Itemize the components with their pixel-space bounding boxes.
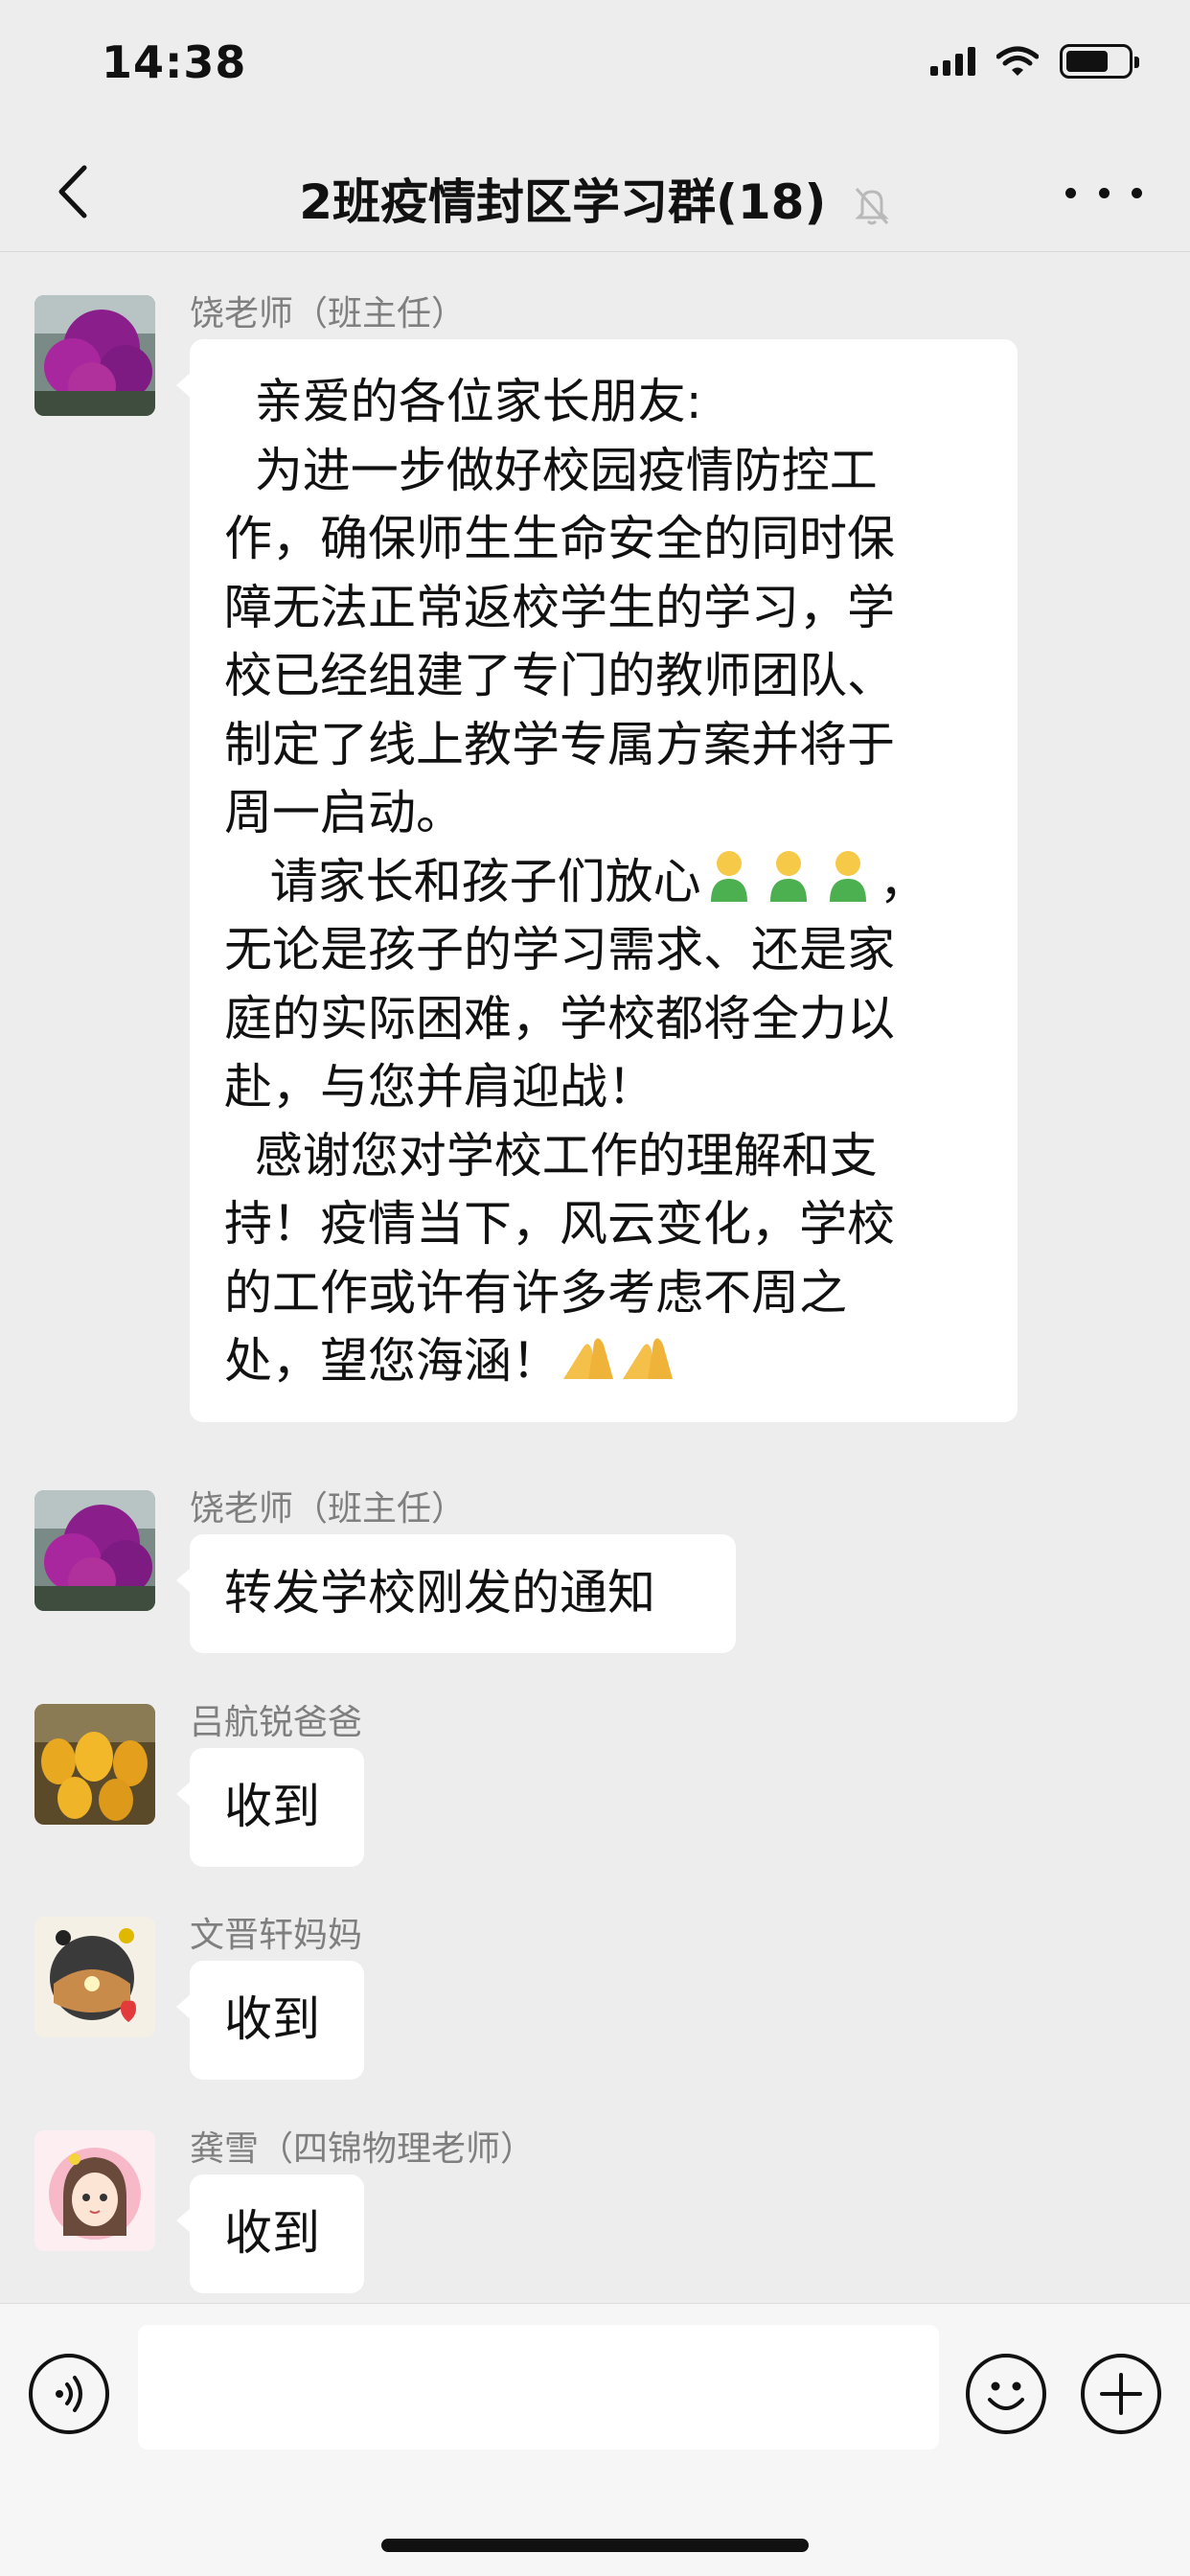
message-line-text: 处，望您海涵！ xyxy=(224,1333,560,1389)
avatar-tulips-image xyxy=(34,1704,155,1825)
message-line: 持！疫情当下，风云变化，学校 xyxy=(224,1196,895,1252)
message-line: 为进一步做好校园疫情防控工 xyxy=(224,442,878,498)
message-line: 制定了线上教学专属方案并将于 xyxy=(224,716,895,772)
input-bar xyxy=(0,2303,1190,2576)
emoji-icon xyxy=(988,2381,1024,2410)
message-bubble[interactable]: 收到 xyxy=(176,1961,364,2080)
chat-title: 2班疫情封区学习群(18) xyxy=(0,164,1190,233)
message-item: 吕航锐爸爸 收到 xyxy=(0,1703,1190,1867)
bell-slash-icon xyxy=(855,187,889,224)
status-time: 14:38 xyxy=(102,36,247,88)
emoji-button[interactable] xyxy=(966,2354,1046,2434)
message-bubble[interactable]: 转发学校刚发的通知 xyxy=(176,1534,736,1653)
message-line: 校已经组建了专门的教师团队、 xyxy=(224,648,895,703)
avatar-sunset-heart-image xyxy=(34,1917,155,2037)
nav-bar: 2班疫情封区学习群(18) xyxy=(0,129,1190,252)
avatar-bougainvillea-image xyxy=(34,1490,155,1611)
status-icons xyxy=(930,44,1139,79)
avatar[interactable] xyxy=(34,295,155,416)
standing-man-emoji-icon xyxy=(769,850,807,902)
avatar[interactable] xyxy=(34,1490,155,1611)
plus-button[interactable] xyxy=(1081,2354,1161,2434)
plus-icon xyxy=(1100,2373,1142,2415)
chat-messages[interactable]: 饶老师（班主任） 亲爱的各位家长朋友: 为进一步做好校园疫情防控工 作，确保师生… xyxy=(0,252,1190,2303)
message-line-text: ， xyxy=(879,853,927,909)
message-item: 文晋轩妈妈 收到 xyxy=(0,1916,1190,2080)
sender-name: 文晋轩妈妈 xyxy=(190,1916,363,1955)
message-line: 作，确保师生生命安全的同时保 xyxy=(224,511,895,566)
more-dot xyxy=(1132,187,1142,198)
cellular-signal-icon xyxy=(930,47,975,76)
message-line: 亲爱的各位家长朋友: xyxy=(224,374,702,429)
sender-name: 饶老师（班主任） xyxy=(190,1489,467,1529)
wifi-icon xyxy=(996,46,1039,76)
voice-button[interactable] xyxy=(29,2354,109,2434)
more-dot xyxy=(1065,187,1076,198)
message-input[interactable] xyxy=(138,2325,939,2450)
status-bar: 14:38 xyxy=(0,0,1190,129)
message-bubble[interactable]: 收到 xyxy=(176,2174,364,2293)
message-line: 庭的实际困难，学校都将全力以 xyxy=(224,990,895,1046)
message-bubble[interactable]: 收到 xyxy=(176,1748,364,1867)
avatar-bougainvillea-image xyxy=(34,295,155,416)
message-line: 无论是孩子的学习需求、还是家 xyxy=(224,922,895,978)
more-button[interactable] xyxy=(1065,164,1142,221)
avatar[interactable] xyxy=(34,1917,155,2037)
message-line: 障无法正常返校学生的学习，学 xyxy=(224,579,895,635)
avatar-cartoon-girl-image xyxy=(34,2130,155,2251)
battery-icon xyxy=(1060,44,1139,79)
message-line: 的工作或许有许多考虑不周之 xyxy=(224,1264,847,1321)
chat-title-text: 2班疫情封区学习群(18) xyxy=(299,174,827,230)
message-line-text: 请家长和孩子们放心 xyxy=(224,853,701,909)
home-indicator xyxy=(381,2539,809,2552)
folded-hands-emoji-icon xyxy=(563,1338,613,1379)
message-item: 饶老师（班主任） 亲爱的各位家长朋友: 为进一步做好校园疫情防控工 作，确保师生… xyxy=(0,294,1190,1422)
message-line-with-emoji: 请家长和孩子们放心 ， xyxy=(224,848,983,917)
avatar[interactable] xyxy=(34,2130,155,2251)
standing-man-emoji-icon xyxy=(710,850,747,902)
folded-hands-emoji-icon xyxy=(623,1338,673,1379)
message-item: 饶老师（班主任） 转发学校刚发的通知 xyxy=(0,1489,1190,1653)
sender-name: 龚雪（四锦物理老师） xyxy=(190,2129,536,2169)
voice-icon xyxy=(56,2376,82,2412)
sender-name: 吕航锐爸爸 xyxy=(190,1703,363,1742)
message-line: 感谢您对学校工作的理解和支 xyxy=(224,1127,878,1184)
sender-name: 饶老师（班主任） xyxy=(190,294,467,334)
message-line-with-emoji: 处，望您海涵！ xyxy=(224,1327,983,1396)
message-bubble[interactable]: 亲爱的各位家长朋友: 为进一步做好校园疫情防控工 作，确保师生生命安全的同时保 … xyxy=(176,339,1018,1422)
message-line: 周一启动。 xyxy=(224,785,464,840)
standing-man-emoji-icon xyxy=(829,850,866,902)
message-item: 龚雪（四锦物理老师） 收到 xyxy=(0,2129,1190,2293)
more-dot xyxy=(1098,187,1110,198)
avatar[interactable] xyxy=(34,1704,155,1825)
message-line: 赴，与您并肩迎战！ xyxy=(224,1059,655,1115)
